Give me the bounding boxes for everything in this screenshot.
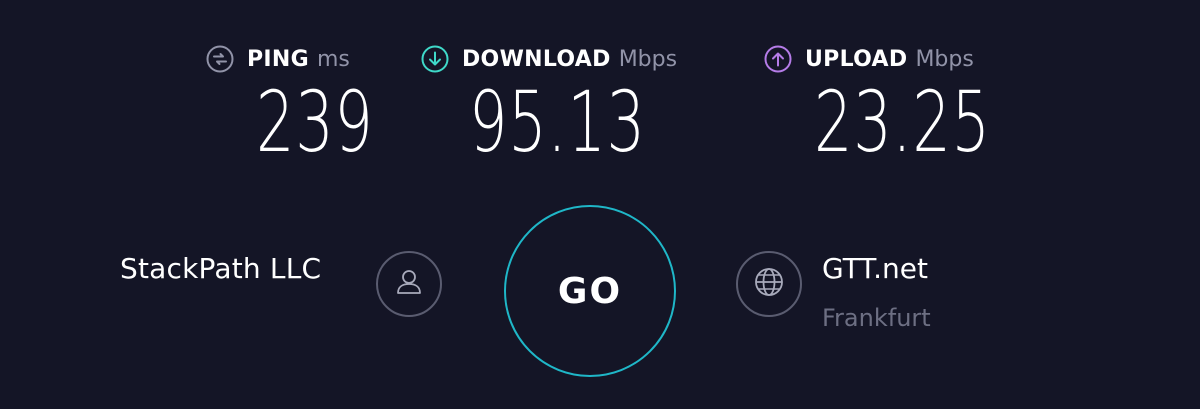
upload-value: 23.25 [814,73,991,171]
ping-value: 239 [256,73,374,171]
download-value: 95.13 [469,73,646,171]
isp-name: StackPath LLC [120,252,322,285]
server-location: Frankfurt [822,304,931,332]
upload-label: UPLOAD [805,46,908,72]
ping-metric: PING ms 239 [206,40,373,164]
download-label: DOWNLOAD [462,46,611,72]
isp-button[interactable] [376,251,442,317]
download-metric: DOWNLOAD Mbps 95.13 [421,40,678,164]
globe-icon [752,265,786,303]
upload-metric: UPLOAD Mbps 23.25 [764,40,990,164]
download-unit: Mbps [618,46,678,72]
ping-unit: ms [316,46,350,72]
upload-arrow-icon [764,45,792,73]
server-button[interactable] [736,251,802,317]
download-arrow-icon [421,45,449,73]
go-button[interactable]: GO [504,205,676,377]
ping-label: PING [247,46,309,72]
user-icon [392,265,426,303]
upload-unit: Mbps [915,46,974,72]
ping-icon [206,45,234,73]
server-name: GTT.net [822,252,928,285]
